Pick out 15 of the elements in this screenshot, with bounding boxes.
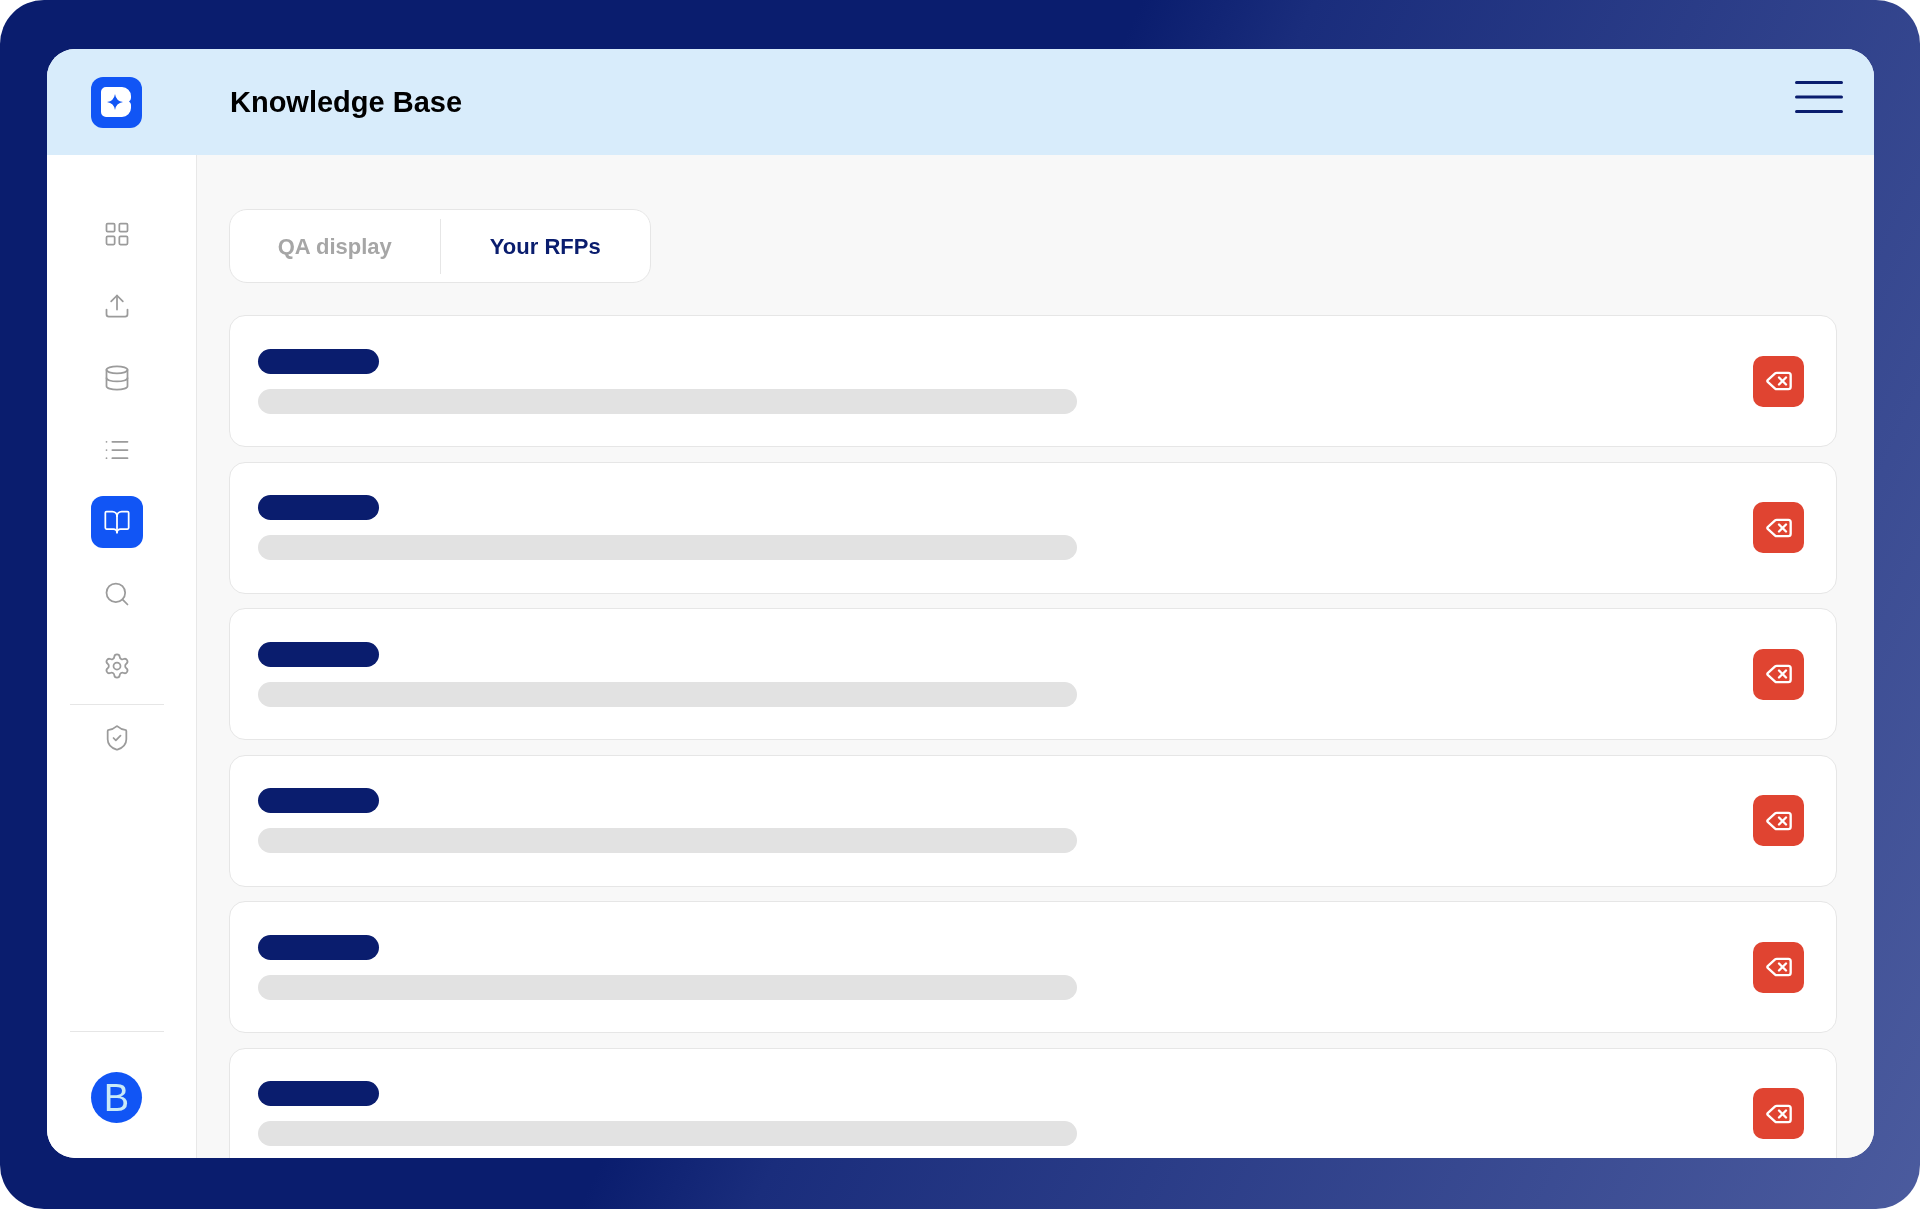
page-title: Knowledge Base [230, 87, 463, 117]
delete-button[interactable] [1753, 941, 1804, 993]
menu-icon [1795, 80, 1843, 113]
user-avatar[interactable]: B [91, 1072, 142, 1123]
sidebar-item[interactable] [90, 496, 143, 548]
tab[interactable]: Your RFPs [440, 210, 650, 282]
app-logo [91, 76, 142, 128]
menu-button[interactable] [1795, 80, 1843, 113]
open-book-icon [102, 508, 131, 536]
delete-button[interactable] [1753, 648, 1804, 700]
tab[interactable]: QA display [230, 210, 440, 282]
delete-button[interactable] [1753, 1088, 1804, 1139]
delete-button[interactable] [1753, 795, 1804, 846]
delete-button[interactable] [1753, 502, 1804, 553]
delete-button[interactable] [1753, 355, 1804, 407]
